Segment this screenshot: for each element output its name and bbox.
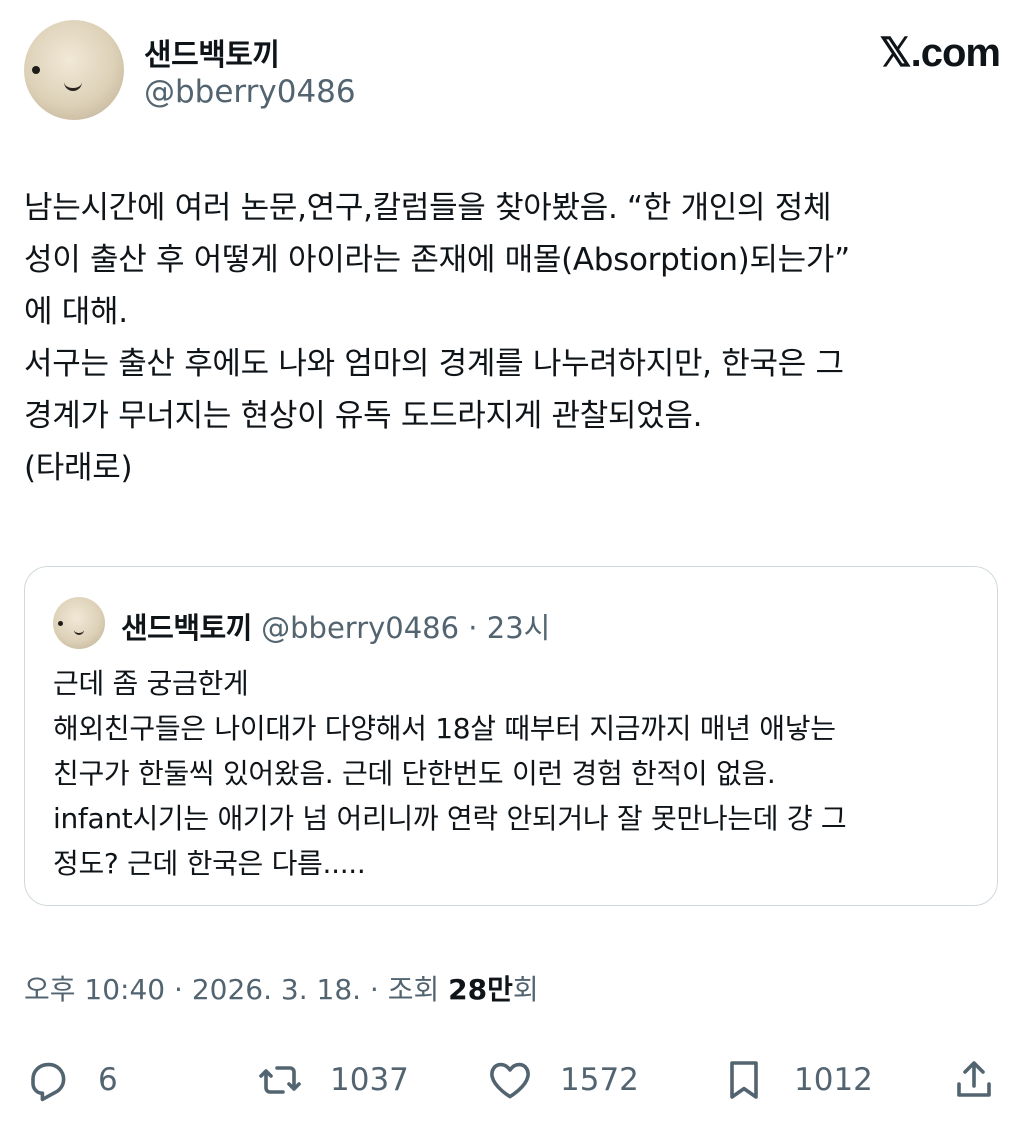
- quote-line: 해외친구들은 나이대가 다양해서 18살 때부터 지금까지 매년 애낳는: [53, 712, 836, 745]
- quote-author-handle: @bberry0486: [261, 611, 460, 645]
- repost-icon: [259, 1066, 301, 1094]
- quote-line: 근데 좀 궁금한게: [53, 667, 249, 700]
- reply-icon: [31, 1062, 66, 1102]
- like-icon: [490, 1062, 530, 1099]
- quote-author-avatar: [53, 597, 105, 649]
- share-icon: [957, 1061, 991, 1097]
- tweet-line: 성이 출산 후 어떻게 아이라는 존재에 매몰(Absorption)되는가”: [24, 242, 850, 278]
- quote-line: 정도? 근데 한국은 다름.....: [53, 847, 366, 880]
- tweet-line: (타래로): [24, 450, 133, 486]
- views-suffix: 회: [512, 973, 539, 1006]
- quote-text: 근데 좀 궁금한게 해외친구들은 나이대가 다양해서 18살 때부터 지금까지 …: [53, 661, 973, 886]
- tweet-text: 남는시간에 여러 논문,연구,칼럼들을 찾아봤음. “한 개인의 정체 성이 출…: [24, 182, 1000, 494]
- avatar-eye: [32, 66, 40, 74]
- quote-meta: 샌드백토끼 @bberry0486 · 23시: [121, 605, 550, 647]
- reply-count: 6: [98, 1062, 118, 1098]
- avatar-mouth: [74, 627, 84, 635]
- tweet-line: 남는시간에 여러 논문,연구,칼럼들을 찾아봤음. “한 개인의 정체: [24, 190, 832, 226]
- quote-time: 23시: [486, 611, 551, 645]
- tweet-line: 서구는 출산 후에도 나와 엄마의 경계를 나누려하지만, 한국은 그: [24, 346, 844, 382]
- reply-button[interactable]: 6: [24, 1052, 118, 1108]
- quoted-tweet-card[interactable]: 샌드백토끼 @bberry0486 · 23시 근데 좀 궁금한게 해외친구들은…: [24, 566, 998, 906]
- bookmark-icon: [730, 1061, 758, 1099]
- tweet-line: 에 대해.: [24, 294, 128, 330]
- author-avatar[interactable]: [24, 20, 124, 120]
- quote-line: 친구가 한둘씩 있어왔음. 근데 단한번도 이런 경험 한적이 없음.: [53, 757, 776, 790]
- action-bar: 6 1037 1572 1012: [24, 1052, 1000, 1108]
- avatar-mouth: [64, 78, 82, 91]
- tweet-timestamp: 오후 10:40 · 2026. 3. 18. · 조회 28만회: [24, 968, 539, 1008]
- share-button[interactable]: [950, 1052, 998, 1108]
- repost-count: 1037: [330, 1062, 409, 1098]
- quote-separator: ·: [459, 611, 487, 645]
- bookmark-count: 1012: [794, 1062, 873, 1098]
- repost-button[interactable]: 1037: [256, 1052, 409, 1108]
- views-count: 28만: [448, 973, 513, 1006]
- post-time[interactable]: 오후 10:40: [24, 973, 165, 1006]
- tweet-header: 샌드백토끼 @bberry0486 𝕏.com: [24, 20, 1001, 124]
- meta-separator: ·: [361, 973, 388, 1006]
- quote-author-name: 샌드백토끼: [121, 611, 252, 645]
- like-button[interactable]: 1572: [486, 1052, 639, 1108]
- views-prefix: 조회: [387, 973, 440, 1006]
- avatar-eye: [58, 621, 63, 626]
- tweet-line: 경계가 무너지는 현상이 유독 도드라지게 관찰되었음.: [24, 398, 703, 434]
- like-count: 1572: [560, 1062, 639, 1098]
- x-logo: 𝕏.com: [879, 31, 1001, 75]
- author-name[interactable]: 샌드백토끼: [144, 30, 280, 74]
- author-handle[interactable]: @bberry0486: [144, 74, 356, 110]
- meta-separator: ·: [165, 973, 192, 1006]
- post-date[interactable]: 2026. 3. 18.: [192, 973, 361, 1006]
- bookmark-button[interactable]: 1012: [720, 1052, 873, 1108]
- quote-line: infant시기는 애기가 넘 어리니까 연락 안되거나 잘 못만나는데 걍 그: [53, 802, 847, 835]
